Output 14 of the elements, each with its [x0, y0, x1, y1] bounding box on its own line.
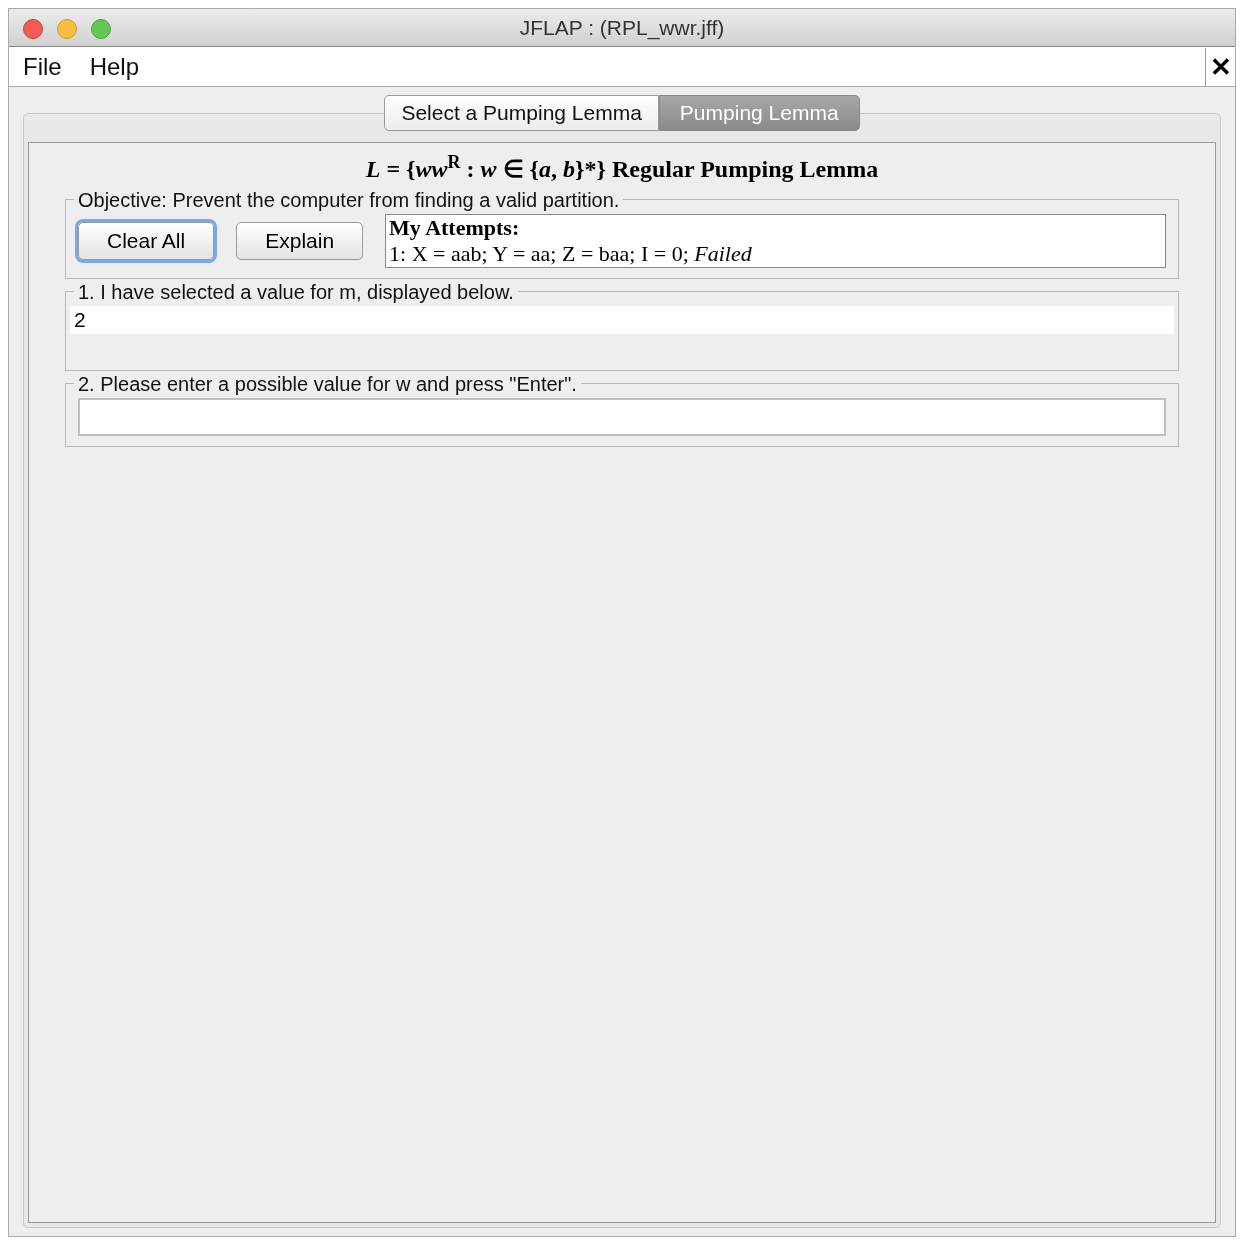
input-field[interactable] — [78, 398, 1166, 436]
tab[interactable]: Select a Pumping Lemma — [384, 95, 659, 131]
close-icon[interactable] — [23, 19, 43, 39]
zoom-icon[interactable] — [91, 19, 111, 39]
menu-item[interactable]: Help — [75, 48, 154, 85]
attempt-entry: 1: X = aab; Y = aa; Z = baa; I = 0; Failed — [389, 241, 753, 267]
action-button[interactable]: Clear All — [78, 222, 215, 260]
lemma-heading: L = {ww$^{R}$ : w ∈ {a, b}*} Regular Pumping Lemma — [365, 151, 879, 184]
window-title: JFLAP : (RPL_wwr.jff) — [519, 14, 725, 42]
minimize-icon[interactable] — [57, 19, 77, 39]
menu-item[interactable]: File — [9, 48, 76, 85]
action-button[interactable]: Explain — [236, 222, 364, 260]
m-value-field: 2 — [70, 306, 1174, 334]
attempts-title: My Attempts: — [389, 215, 521, 241]
